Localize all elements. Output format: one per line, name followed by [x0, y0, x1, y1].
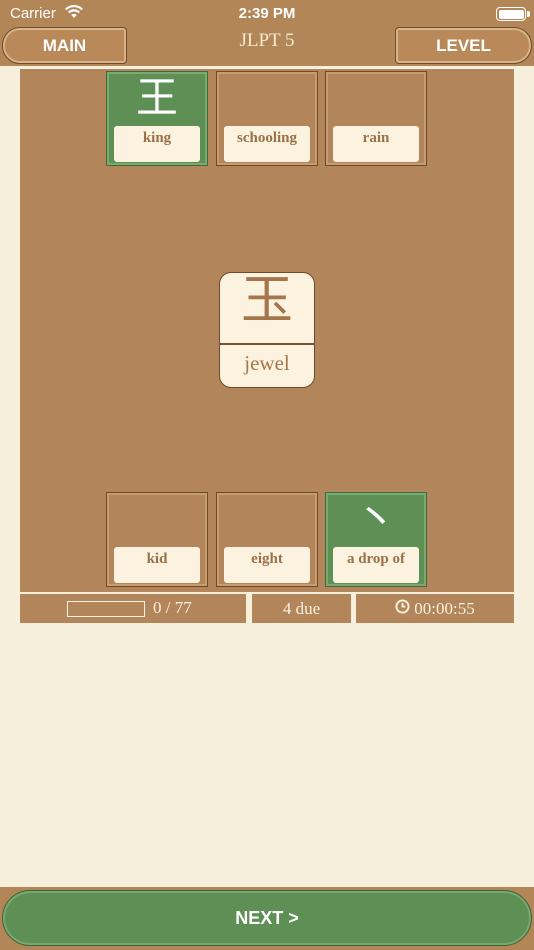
timer-segment: 00:00:55: [356, 594, 514, 623]
next-button[interactable]: NEXT >: [2, 890, 532, 946]
card-bottom-1[interactable]: kid: [106, 492, 208, 587]
timer-value: 00:00:55: [414, 598, 475, 618]
due-count: 4 due: [252, 594, 351, 623]
card-kanji: 王: [135, 73, 178, 122]
current-meaning: jewel: [244, 351, 290, 375]
card-divider: [220, 343, 314, 345]
card-kanji: 丶: [354, 494, 397, 543]
level-button[interactable]: LEVEL: [395, 27, 532, 64]
info-bar: 0 / 77 4 due 00:00:55: [20, 594, 514, 623]
main-button[interactable]: MAIN: [2, 27, 127, 64]
progress-count: 0 / 77: [153, 598, 192, 617]
card-meaning: schooling: [224, 126, 310, 162]
current-kanji-card: 玉 jewel: [219, 272, 315, 388]
page-title: JLPT 5: [239, 30, 295, 51]
card-top-1[interactable]: 王 king: [106, 71, 208, 166]
card-kanji: [217, 72, 317, 126]
card-meaning: king: [114, 126, 200, 162]
current-kanji: 玉: [240, 271, 293, 331]
card-kanji: [107, 493, 207, 547]
battery-icon: [496, 7, 526, 21]
card-kanji: [326, 72, 426, 126]
card-top-2[interactable]: schooling: [216, 71, 318, 166]
battery-tip: [527, 11, 530, 17]
status-bar: Carrier 2:39 PM: [0, 0, 534, 28]
card-bottom-3[interactable]: 丶 a drop of: [325, 492, 427, 587]
progress-segment: 0 / 77: [20, 594, 246, 623]
card-kanji: [217, 493, 317, 547]
card-meaning: a drop of: [333, 547, 419, 583]
progress-bar: [67, 601, 145, 617]
card-meaning: rain: [333, 126, 419, 162]
clock-icon: [395, 598, 410, 619]
status-time: 2:39 PM: [238, 5, 296, 22]
card-meaning: eight: [224, 547, 310, 583]
card-bottom-2[interactable]: eight: [216, 492, 318, 587]
card-meaning: kid: [114, 547, 200, 583]
card-top-3[interactable]: rain: [325, 71, 427, 166]
